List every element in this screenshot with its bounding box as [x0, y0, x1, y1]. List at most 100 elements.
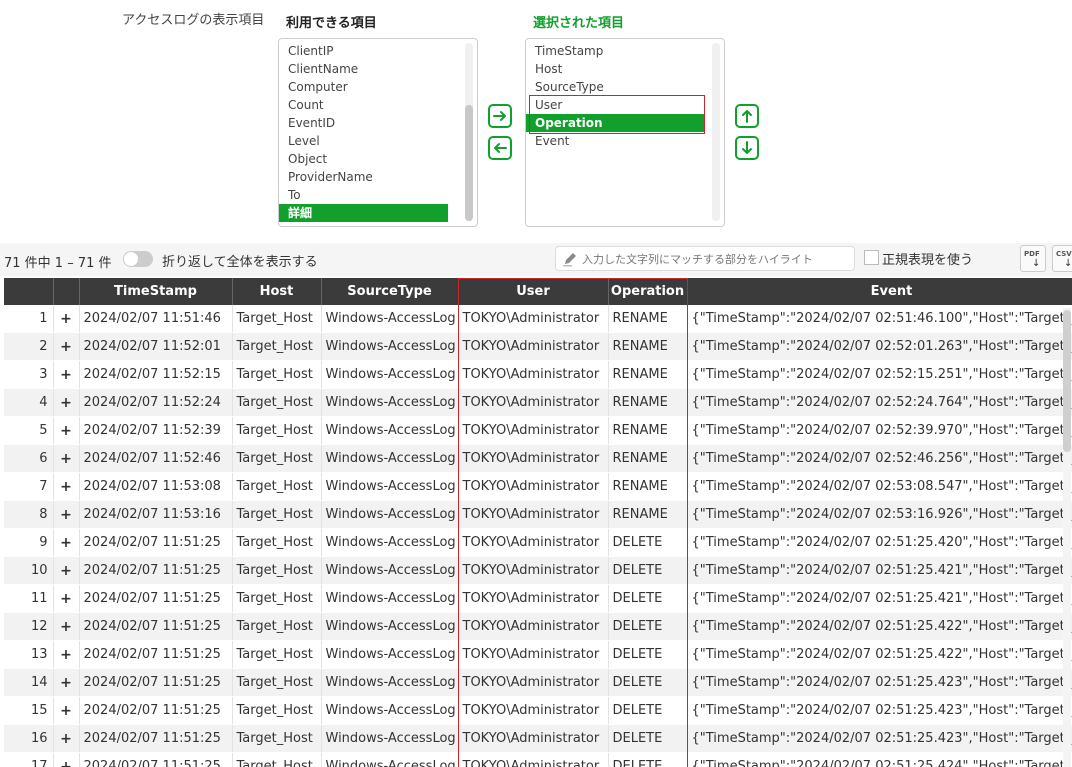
row-index: 2 — [4, 332, 54, 361]
table-row[interactable]: 2 +2024/02/07 11:52:01 Target_Host Windows-… — [4, 332, 1072, 361]
table-row[interactable]: 11 +2024/02/07 11:51:25 Target_Host Windows… — [4, 584, 1072, 613]
expand-row-button[interactable]: + — [53, 612, 80, 641]
table-row[interactable]: 16 +2024/02/07 11:51:25 Target_Host Windows… — [4, 724, 1072, 753]
table-row[interactable]: 8 +2024/02/07 11:53:16 Target_Host Windows-… — [4, 500, 1072, 529]
move-up-button[interactable] — [735, 104, 759, 128]
cell-event: {"TimeStamp":"2024/02/07 02:51:25.423","… — [687, 696, 1072, 725]
table-row[interactable]: 5 +2024/02/07 11:52:39 Target_Host Windows-… — [4, 416, 1072, 445]
table-row[interactable]: 10 +2024/02/07 11:51:25 Target_Host Windows… — [4, 556, 1072, 585]
expand-row-button[interactable]: + — [53, 388, 80, 417]
table-row[interactable]: 15 +2024/02/07 11:51:25 Target_Host Windows… — [4, 696, 1072, 725]
expand-row-button[interactable]: + — [53, 472, 80, 501]
selected-list-item[interactable]: SourceType — [526, 78, 724, 96]
row-index: 15 — [4, 696, 54, 725]
expand-row-button[interactable]: + — [53, 416, 80, 445]
expand-row-button[interactable]: + — [53, 332, 80, 361]
available-list-item[interactable]: ClientIP — [279, 42, 477, 60]
cell-sourcetype: Windows-AccessLog — [321, 388, 459, 417]
table-row[interactable]: 14 +2024/02/07 11:51:25 Target_Host Windows… — [4, 668, 1072, 697]
cell-host: Target_Host — [232, 752, 322, 767]
col-header-index — [4, 278, 54, 305]
available-list-item[interactable]: 詳細 — [279, 204, 448, 222]
table-row[interactable]: 3 +2024/02/07 11:52:15 Target_Host Windows-… — [4, 360, 1072, 389]
selected-list-item[interactable]: Host — [526, 60, 724, 78]
available-list-item[interactable]: Count — [279, 96, 477, 114]
csv-download-button[interactable]: CSV ↓ — [1052, 245, 1072, 272]
pdf-download-button[interactable]: PDF ↓ — [1020, 245, 1046, 272]
expand-row-button[interactable]: + — [53, 584, 80, 613]
available-list-item[interactable]: ClientName — [279, 60, 477, 78]
cell-operation: DELETE — [608, 668, 688, 697]
cell-sourcetype: Windows-AccessLog — [321, 696, 459, 725]
cell-operation: RENAME — [608, 472, 688, 501]
available-list-item[interactable]: EventID — [279, 114, 477, 132]
selected-list-item[interactable]: User — [526, 96, 724, 114]
selected-list-item[interactable]: Operation — [526, 114, 705, 132]
table-row[interactable]: 12 +2024/02/07 11:51:25 Target_Host Windows… — [4, 612, 1072, 641]
available-items-list[interactable]: ClientIP ClientName Computer Count EventID Le… — [278, 38, 478, 227]
add-item-button[interactable] — [488, 104, 512, 128]
cell-sourcetype: Windows-AccessLog — [321, 528, 459, 557]
expand-row-button[interactable]: + — [53, 724, 80, 753]
row-index: 13 — [4, 640, 54, 669]
cell-host: Target_Host — [232, 332, 322, 361]
regex-checkbox[interactable] — [864, 250, 879, 265]
col-header-user[interactable]: User — [458, 278, 609, 305]
table-row[interactable]: 4 +2024/02/07 11:52:24 Target_Host Windows-… — [4, 388, 1072, 417]
cell-sourcetype: Windows-AccessLog — [321, 305, 459, 333]
available-list-item[interactable]: ProviderName — [279, 168, 477, 186]
expand-row-button[interactable]: + — [53, 528, 80, 557]
expand-row-button[interactable]: + — [53, 556, 80, 585]
table-row[interactable]: 7 +2024/02/07 11:53:08 Target_Host Windows-… — [4, 472, 1072, 501]
expand-row-button[interactable]: + — [53, 305, 80, 333]
cell-event: {"TimeStamp":"2024/02/07 02:51:25.421","… — [687, 556, 1072, 585]
table-row[interactable]: 17 +2024/02/07 11:51:25 Target_Host Windows… — [4, 752, 1072, 767]
cell-operation: DELETE — [608, 724, 688, 753]
expand-row-button[interactable]: + — [53, 444, 80, 473]
available-list-item[interactable]: Level — [279, 132, 477, 150]
col-header-event[interactable]: Event — [687, 278, 1072, 305]
col-header-operation[interactable]: Operation — [608, 278, 688, 305]
cell-user: TOKYO\Administrator — [458, 416, 609, 445]
highlight-input[interactable]: 入力した文字列にマッチする部分をハイライト — [555, 246, 855, 271]
remove-item-button[interactable] — [488, 136, 512, 160]
available-list-item[interactable]: Object — [279, 150, 477, 168]
cell-host: Target_Host — [232, 444, 322, 473]
col-header-expand — [53, 278, 80, 305]
available-list-item[interactable]: To — [279, 186, 477, 204]
expand-row-button[interactable]: + — [53, 752, 80, 767]
expand-row-button[interactable]: + — [53, 668, 80, 697]
col-header-host[interactable]: Host — [232, 278, 322, 305]
expand-row-button[interactable]: + — [53, 696, 80, 725]
cell-event: {"TimeStamp":"2024/02/07 02:51:25.422","… — [687, 640, 1072, 669]
cell-timestamp: 2024/02/07 11:52:01 — [79, 332, 233, 361]
move-down-button[interactable] — [735, 136, 759, 160]
cell-operation: DELETE — [608, 640, 688, 669]
table-row[interactable]: 13 +2024/02/07 11:51:25 Target_Host Windows… — [4, 640, 1072, 669]
available-list-item[interactable]: Computer — [279, 78, 477, 96]
table-row[interactable]: 6 +2024/02/07 11:52:46 Target_Host Windows-… — [4, 444, 1072, 473]
row-index: 9 — [4, 528, 54, 557]
cell-timestamp: 2024/02/07 11:51:25 — [79, 724, 233, 753]
table-row[interactable]: 1 +2024/02/07 11:51:46 Target_Host Windows-… — [4, 305, 1072, 333]
table-row[interactable]: 9 +2024/02/07 11:51:25 Target_Host Windows-… — [4, 528, 1072, 557]
available-list-scrollbar[interactable] — [465, 43, 473, 221]
cell-user: TOKYO\Administrator — [458, 556, 609, 585]
cell-sourcetype: Windows-AccessLog — [321, 724, 459, 753]
selected-list-scrollbar[interactable] — [712, 43, 720, 221]
cell-user: TOKYO\Administrator — [458, 388, 609, 417]
selected-list-item[interactable]: Event — [526, 132, 724, 150]
col-header-timestamp[interactable]: TimeStamp — [79, 278, 233, 305]
selected-items-list[interactable]: TimeStamp Host SourceType User Operation Even… — [525, 38, 725, 227]
expand-row-button[interactable]: + — [53, 500, 80, 529]
col-header-sourcetype[interactable]: SourceType — [321, 278, 459, 305]
cell-sourcetype: Windows-AccessLog — [321, 640, 459, 669]
wrap-toggle[interactable] — [123, 251, 153, 267]
expand-row-button[interactable]: + — [53, 640, 80, 669]
expand-row-button[interactable]: + — [53, 360, 80, 389]
cell-user: TOKYO\Administrator — [458, 332, 609, 361]
selected-list-item[interactable]: TimeStamp — [526, 42, 724, 60]
cell-timestamp: 2024/02/07 11:51:25 — [79, 696, 233, 725]
table-scrollbar[interactable] — [1063, 308, 1071, 767]
cell-host: Target_Host — [232, 500, 322, 529]
